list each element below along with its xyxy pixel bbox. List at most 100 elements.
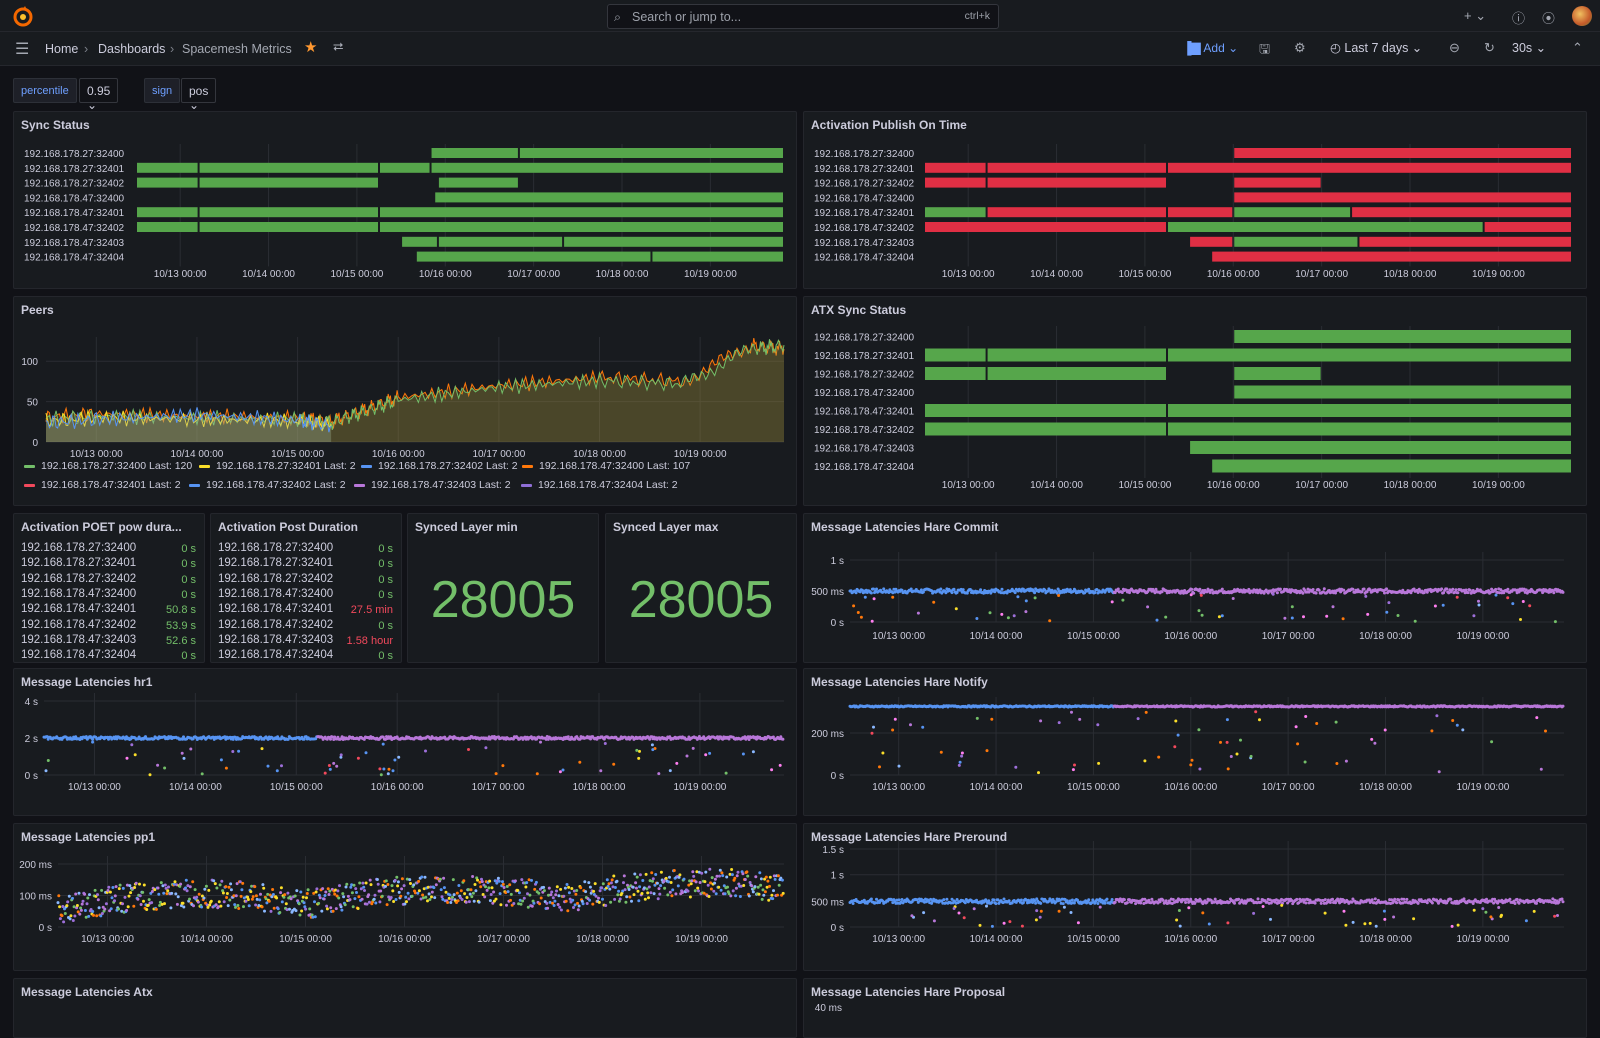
panel-post-duration[interactable]: Activation Post Duration 192.168.178.27:… (210, 513, 402, 663)
outlier-point (1539, 767, 1543, 771)
outlier-point (603, 742, 607, 745)
legend-item[interactable]: 192.168.178.27:32400 Last: 120 (24, 460, 192, 472)
panel-hare-proposal[interactable]: Message Latencies Hare Proposal 40 ms (803, 978, 1587, 1038)
outlier-point (751, 750, 755, 754)
data-point (1517, 901, 1521, 905)
avatar[interactable] (1572, 6, 1592, 26)
data-point (647, 896, 650, 900)
panel-atx-sync[interactable]: ATX Sync Status 192.168.178.27:32400 192.… (803, 296, 1587, 506)
stat-row-value: 0 s (378, 543, 393, 555)
panel-peers[interactable]: Peers 0 50 100 10/13 00:00 10/14 00:00 10/15 … (13, 296, 797, 506)
outlier-point (156, 763, 160, 767)
data-point (225, 892, 229, 895)
row-label: 192.168.178.47:32402 (814, 425, 915, 436)
breadcrumb-dashboards[interactable]: Dashboards (98, 42, 165, 56)
collapse-icon[interactable]: ⌃ (1572, 40, 1583, 56)
row-label: 192.168.178.47:32400 (814, 388, 915, 399)
variable-select-percentile[interactable]: 0.95 ⌄ (79, 78, 119, 112)
help-icon[interactable]: ⓘ (1512, 8, 1525, 27)
outlier-point (1450, 924, 1454, 928)
grafana-logo-icon[interactable] (12, 6, 34, 28)
rss-icon[interactable]: ⦿ (1542, 8, 1555, 27)
data-point (324, 890, 328, 894)
data-point (713, 881, 717, 885)
legend-item[interactable]: 192.168.178.47:32400 Last: 107 (522, 460, 690, 472)
x-tick-label: 10/19 00:00 (684, 269, 737, 280)
data-point (188, 885, 192, 889)
data-point (612, 874, 616, 878)
time-picker-button[interactable]: ◴ Last 7 days ⌄ (1330, 40, 1422, 55)
timeline-segment (137, 207, 198, 218)
legend-item[interactable]: 192.168.178.47:32402 Last: 2 (189, 479, 346, 491)
data-point (613, 897, 617, 901)
row-label: 192.168.178.27:32401 (814, 351, 915, 362)
data-point (117, 887, 121, 891)
settings-icon[interactable]: ⚙ (1294, 40, 1306, 56)
data-point (534, 880, 538, 884)
data-point (615, 879, 619, 883)
star-icon[interactable]: ★ (304, 38, 317, 56)
data-point (1220, 587, 1224, 591)
data-point (462, 879, 466, 883)
data-point (449, 901, 453, 904)
data-point (1319, 901, 1323, 905)
panel-hr1[interactable]: Message Latencies hr1 0 s 2 s 4 s 10/13 00:… (13, 668, 797, 816)
outlier-point (958, 760, 962, 764)
row-label: 192.168.178.27:32400 (814, 333, 915, 344)
outlier-point (1189, 763, 1193, 767)
panel-hare-commit[interactable]: Message Latencies Hare Commit 0 s 500 ms 1… (803, 513, 1587, 663)
legend-item[interactable]: 192.168.178.47:32403 Last: 2 (354, 479, 511, 491)
outlier-point (1261, 905, 1265, 908)
search-input[interactable]: ⌕ Search or jump to... ctrl+k (607, 4, 999, 29)
share-icon[interactable]: ⮂ (333, 39, 343, 55)
legend-item[interactable]: 192.168.178.27:32402 Last: 2 (361, 460, 518, 472)
panel-synced-layer-min[interactable]: Synced Layer min 28005 (407, 513, 599, 663)
panel-sync-status[interactable]: Sync Status 192.168.178.27:32400 192.168.… (13, 111, 797, 289)
refresh-interval-button[interactable]: 30s ⌄ (1512, 40, 1546, 55)
add-panel-button[interactable]: ▐▇ Add ⌄ (1183, 41, 1238, 55)
menu-icon[interactable]: ☰ (15, 39, 29, 59)
panel-activation-publish[interactable]: Activation Publish On Time 192.168.178.2… (803, 111, 1587, 289)
data-point (1430, 901, 1434, 905)
data-point (719, 888, 723, 892)
breadcrumb-home[interactable]: Home (45, 42, 78, 56)
data-point (113, 899, 116, 903)
data-point (195, 895, 199, 899)
variable-select-sign[interactable]: pos ⌄ (181, 78, 217, 112)
panel-pp1[interactable]: Message Latencies pp1 0 s 100 ms 200 ms 10/… (13, 823, 797, 971)
data-point (433, 896, 437, 900)
outlier-point (870, 731, 874, 735)
save-icon[interactable]: 🖫 (1259, 40, 1270, 62)
data-point (601, 897, 604, 901)
outlier-point (1344, 923, 1348, 927)
plus-icon[interactable]: + ⌄ (1464, 8, 1486, 24)
panel-poet-pow-duration[interactable]: Activation POET pow dura... 192.168.178.… (13, 513, 205, 663)
legend-item[interactable]: 192.168.178.47:32404 Last: 2 (521, 479, 678, 491)
data-point (409, 882, 412, 885)
data-point (1331, 897, 1334, 901)
panel-atx-latency[interactable]: Message Latencies Atx (13, 978, 797, 1038)
x-tick-label: 10/14 00:00 (970, 934, 1023, 945)
data-point (1007, 899, 1011, 903)
legend-item[interactable]: 192.168.178.27:32401 Last: 2 (199, 460, 356, 472)
data-point (767, 898, 771, 902)
panel-hare-preround[interactable]: Message Latencies Hare Preround 0 s 500 m… (803, 823, 1587, 971)
panel-hare-notify[interactable]: Message Latencies Hare Notify 0 s 200 ms 1… (803, 668, 1587, 816)
outlier-point (1143, 759, 1147, 763)
outlier-point (975, 716, 979, 720)
outlier-point (954, 607, 958, 611)
zoom-out-icon[interactable]: ⊖ (1449, 40, 1460, 56)
data-point (79, 908, 83, 912)
data-point (317, 901, 321, 905)
data-point (275, 896, 279, 900)
data-point (471, 891, 475, 895)
legend-item[interactable]: 192.168.178.47:32401 Last: 2 (24, 479, 181, 491)
panel-synced-layer-max[interactable]: Synced Layer max 28005 (605, 513, 797, 663)
refresh-icon[interactable]: ↻ (1484, 40, 1495, 56)
timeline-segment (1359, 236, 1571, 247)
x-tick-label: 10/14 00:00 (1030, 269, 1083, 280)
outlier-point (1494, 593, 1498, 597)
data-point (322, 897, 326, 901)
data-point (502, 886, 506, 889)
data-point (142, 883, 146, 887)
